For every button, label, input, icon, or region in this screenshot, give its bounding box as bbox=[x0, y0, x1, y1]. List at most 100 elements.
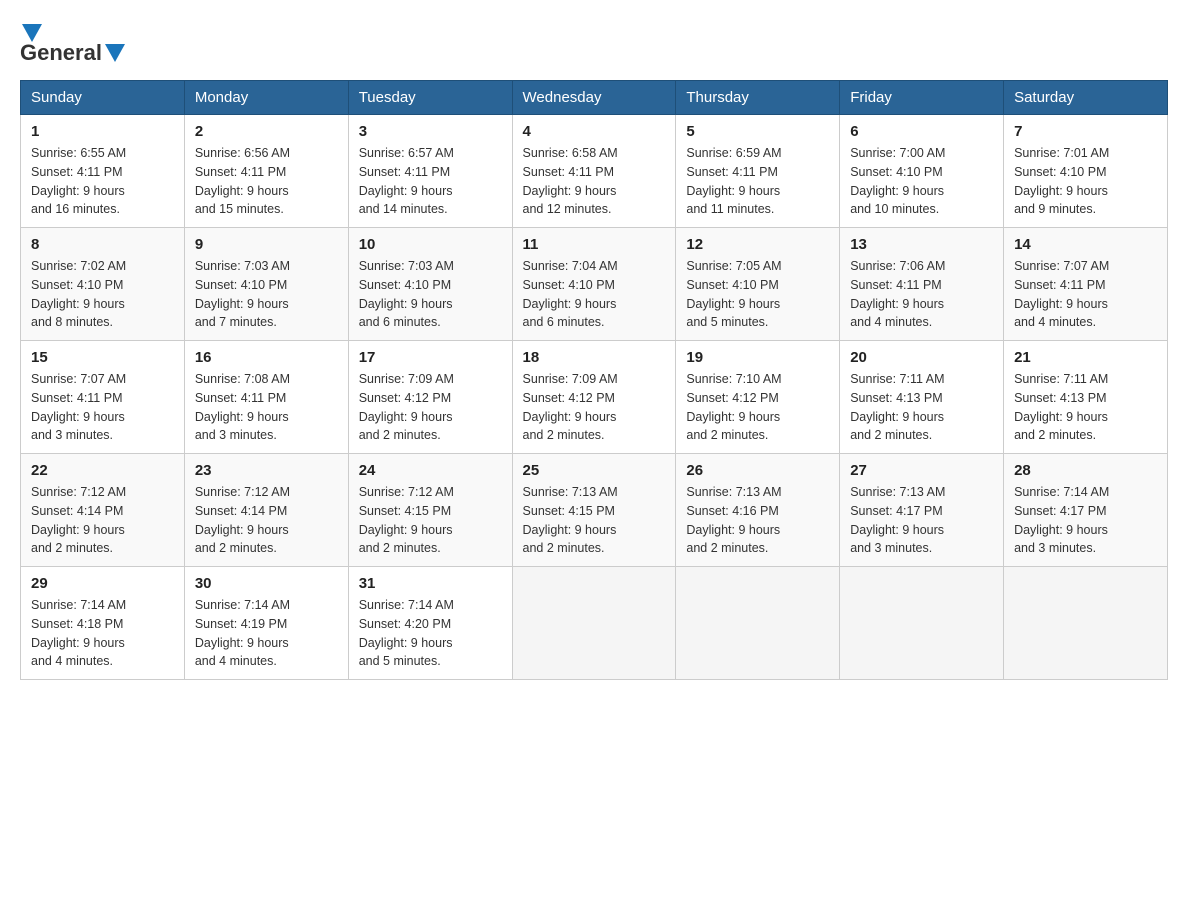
day-number: 11 bbox=[523, 236, 666, 253]
day-info: Sunrise: 7:07 AMSunset: 4:11 PMDaylight:… bbox=[1014, 257, 1157, 332]
calendar-cell: 13 Sunrise: 7:06 AMSunset: 4:11 PMDayligh… bbox=[840, 228, 1004, 341]
header-sunday: Sunday bbox=[21, 81, 185, 115]
day-number: 28 bbox=[1014, 462, 1157, 479]
day-info: Sunrise: 7:11 AMSunset: 4:13 PMDaylight:… bbox=[850, 370, 993, 445]
calendar-table: SundayMondayTuesdayWednesdayThursdayFrid… bbox=[20, 80, 1168, 680]
day-number: 18 bbox=[523, 349, 666, 366]
day-info: Sunrise: 7:01 AMSunset: 4:10 PMDaylight:… bbox=[1014, 144, 1157, 219]
day-info: Sunrise: 7:11 AMSunset: 4:13 PMDaylight:… bbox=[1014, 370, 1157, 445]
calendar-week-row: 8 Sunrise: 7:02 AMSunset: 4:10 PMDaylight… bbox=[21, 228, 1168, 341]
day-info: Sunrise: 7:12 AMSunset: 4:14 PMDaylight:… bbox=[195, 483, 338, 558]
day-number: 16 bbox=[195, 349, 338, 366]
logo-general-text2: General bbox=[20, 40, 102, 66]
calendar-cell: 14 Sunrise: 7:07 AMSunset: 4:11 PMDayligh… bbox=[1004, 228, 1168, 341]
day-info: Sunrise: 6:57 AMSunset: 4:11 PMDaylight:… bbox=[359, 144, 502, 219]
day-number: 6 bbox=[850, 123, 993, 140]
calendar-cell: 5Sunrise: 6:59 AMSunset: 4:11 PMDaylight… bbox=[676, 115, 840, 228]
day-info: Sunrise: 6:59 AMSunset: 4:11 PMDaylight:… bbox=[686, 144, 829, 219]
calendar-cell: 15 Sunrise: 7:07 AMSunset: 4:11 PMDayligh… bbox=[21, 341, 185, 454]
day-info: Sunrise: 6:58 AMSunset: 4:11 PMDaylight:… bbox=[523, 144, 666, 219]
calendar-cell: 25 Sunrise: 7:13 AMSunset: 4:15 PMDayligh… bbox=[512, 454, 676, 567]
calendar-cell: 23 Sunrise: 7:12 AMSunset: 4:14 PMDayligh… bbox=[184, 454, 348, 567]
day-number: 2 bbox=[195, 123, 338, 140]
day-info: Sunrise: 7:10 AMSunset: 4:12 PMDaylight:… bbox=[686, 370, 829, 445]
day-info: Sunrise: 7:03 AMSunset: 4:10 PMDaylight:… bbox=[195, 257, 338, 332]
day-number: 8 bbox=[31, 236, 174, 253]
day-info: Sunrise: 7:00 AMSunset: 4:10 PMDaylight:… bbox=[850, 144, 993, 219]
logo-arrow-icon bbox=[105, 44, 125, 62]
calendar-cell: 22 Sunrise: 7:12 AMSunset: 4:14 PMDayligh… bbox=[21, 454, 185, 567]
day-info: Sunrise: 7:03 AMSunset: 4:10 PMDaylight:… bbox=[359, 257, 502, 332]
calendar-cell: 1 Sunrise: 6:55 AMSunset: 4:11 PMDaylight… bbox=[21, 115, 185, 228]
calendar-cell: 3 Sunrise: 6:57 AMSunset: 4:11 PMDaylight… bbox=[348, 115, 512, 228]
day-info: Sunrise: 7:06 AMSunset: 4:11 PMDaylight:… bbox=[850, 257, 993, 332]
day-number: 20 bbox=[850, 349, 993, 366]
header-tuesday: Tuesday bbox=[348, 81, 512, 115]
calendar-cell: 24 Sunrise: 7:12 AMSunset: 4:15 PMDayligh… bbox=[348, 454, 512, 567]
calendar-week-row: 1 Sunrise: 6:55 AMSunset: 4:11 PMDaylight… bbox=[21, 115, 1168, 228]
day-info: Sunrise: 7:14 AMSunset: 4:20 PMDaylight:… bbox=[359, 596, 502, 671]
calendar-week-row: 29Sunrise: 7:14 AMSunset: 4:18 PMDayligh… bbox=[21, 567, 1168, 680]
day-number: 23 bbox=[195, 462, 338, 479]
day-info: Sunrise: 7:14 AMSunset: 4:19 PMDaylight:… bbox=[195, 596, 338, 671]
header-wednesday: Wednesday bbox=[512, 81, 676, 115]
day-number: 27 bbox=[850, 462, 993, 479]
day-number: 30 bbox=[195, 575, 338, 592]
calendar-cell: 2 Sunrise: 6:56 AMSunset: 4:11 PMDaylight… bbox=[184, 115, 348, 228]
day-number: 13 bbox=[850, 236, 993, 253]
logo: General bbox=[20, 20, 128, 64]
day-number: 19 bbox=[686, 349, 829, 366]
calendar-cell: 21 Sunrise: 7:11 AMSunset: 4:13 PMDayligh… bbox=[1004, 341, 1168, 454]
day-info: Sunrise: 7:12 AMSunset: 4:14 PMDaylight:… bbox=[31, 483, 174, 558]
day-number: 9 bbox=[195, 236, 338, 253]
calendar-cell: 6 Sunrise: 7:00 AMSunset: 4:10 PMDaylight… bbox=[840, 115, 1004, 228]
day-number: 1 bbox=[31, 123, 174, 140]
calendar-cell: 7 Sunrise: 7:01 AMSunset: 4:10 PMDaylight… bbox=[1004, 115, 1168, 228]
calendar-week-row: 22 Sunrise: 7:12 AMSunset: 4:14 PMDayligh… bbox=[21, 454, 1168, 567]
day-info: Sunrise: 7:12 AMSunset: 4:15 PMDaylight:… bbox=[359, 483, 502, 558]
day-number: 7 bbox=[1014, 123, 1157, 140]
day-number: 14 bbox=[1014, 236, 1157, 253]
calendar-cell: 9 Sunrise: 7:03 AMSunset: 4:10 PMDaylight… bbox=[184, 228, 348, 341]
calendar-cell bbox=[676, 567, 840, 680]
calendar-cell: 30 Sunrise: 7:14 AMSunset: 4:19 PMDayligh… bbox=[184, 567, 348, 680]
calendar-week-row: 15 Sunrise: 7:07 AMSunset: 4:11 PMDayligh… bbox=[21, 341, 1168, 454]
day-number: 21 bbox=[1014, 349, 1157, 366]
day-info: Sunrise: 7:04 AMSunset: 4:10 PMDaylight:… bbox=[523, 257, 666, 332]
day-number: 22 bbox=[31, 462, 174, 479]
day-info: Sunrise: 7:08 AMSunset: 4:11 PMDaylight:… bbox=[195, 370, 338, 445]
day-number: 15 bbox=[31, 349, 174, 366]
day-number: 17 bbox=[359, 349, 502, 366]
day-info: Sunrise: 7:09 AMSunset: 4:12 PMDaylight:… bbox=[359, 370, 502, 445]
day-number: 3 bbox=[359, 123, 502, 140]
day-number: 26 bbox=[686, 462, 829, 479]
day-info: Sunrise: 6:56 AMSunset: 4:11 PMDaylight:… bbox=[195, 144, 338, 219]
day-info: Sunrise: 7:13 AMSunset: 4:15 PMDaylight:… bbox=[523, 483, 666, 558]
calendar-cell: 16 Sunrise: 7:08 AMSunset: 4:11 PMDayligh… bbox=[184, 341, 348, 454]
calendar-cell: 20 Sunrise: 7:11 AMSunset: 4:13 PMDayligh… bbox=[840, 341, 1004, 454]
day-info: Sunrise: 7:14 AMSunset: 4:18 PMDaylight:… bbox=[31, 596, 174, 671]
day-info: Sunrise: 7:05 AMSunset: 4:10 PMDaylight:… bbox=[686, 257, 829, 332]
calendar-cell: 26Sunrise: 7:13 AMSunset: 4:16 PMDayligh… bbox=[676, 454, 840, 567]
calendar-cell: 28 Sunrise: 7:14 AMSunset: 4:17 PMDayligh… bbox=[1004, 454, 1168, 567]
day-info: Sunrise: 7:09 AMSunset: 4:12 PMDaylight:… bbox=[523, 370, 666, 445]
calendar-cell: 8 Sunrise: 7:02 AMSunset: 4:10 PMDaylight… bbox=[21, 228, 185, 341]
day-number: 25 bbox=[523, 462, 666, 479]
calendar-cell: 29Sunrise: 7:14 AMSunset: 4:18 PMDayligh… bbox=[21, 567, 185, 680]
day-info: Sunrise: 7:14 AMSunset: 4:17 PMDaylight:… bbox=[1014, 483, 1157, 558]
calendar-cell bbox=[840, 567, 1004, 680]
day-number: 24 bbox=[359, 462, 502, 479]
logo-triangle-icon bbox=[22, 24, 42, 42]
calendar-cell: 4Sunrise: 6:58 AMSunset: 4:11 PMDaylight… bbox=[512, 115, 676, 228]
day-info: Sunrise: 6:55 AMSunset: 4:11 PMDaylight:… bbox=[31, 144, 174, 219]
calendar-cell: 12 Sunrise: 7:05 AMSunset: 4:10 PMDayligh… bbox=[676, 228, 840, 341]
calendar-cell bbox=[512, 567, 676, 680]
header-monday: Monday bbox=[184, 81, 348, 115]
page-header: General bbox=[20, 20, 1168, 64]
day-info: Sunrise: 7:07 AMSunset: 4:11 PMDaylight:… bbox=[31, 370, 174, 445]
day-number: 12 bbox=[686, 236, 829, 253]
day-info: Sunrise: 7:02 AMSunset: 4:10 PMDaylight:… bbox=[31, 257, 174, 332]
day-number: 31 bbox=[359, 575, 502, 592]
calendar-cell: 31 Sunrise: 7:14 AMSunset: 4:20 PMDayligh… bbox=[348, 567, 512, 680]
calendar-cell: 18 Sunrise: 7:09 AMSunset: 4:12 PMDayligh… bbox=[512, 341, 676, 454]
